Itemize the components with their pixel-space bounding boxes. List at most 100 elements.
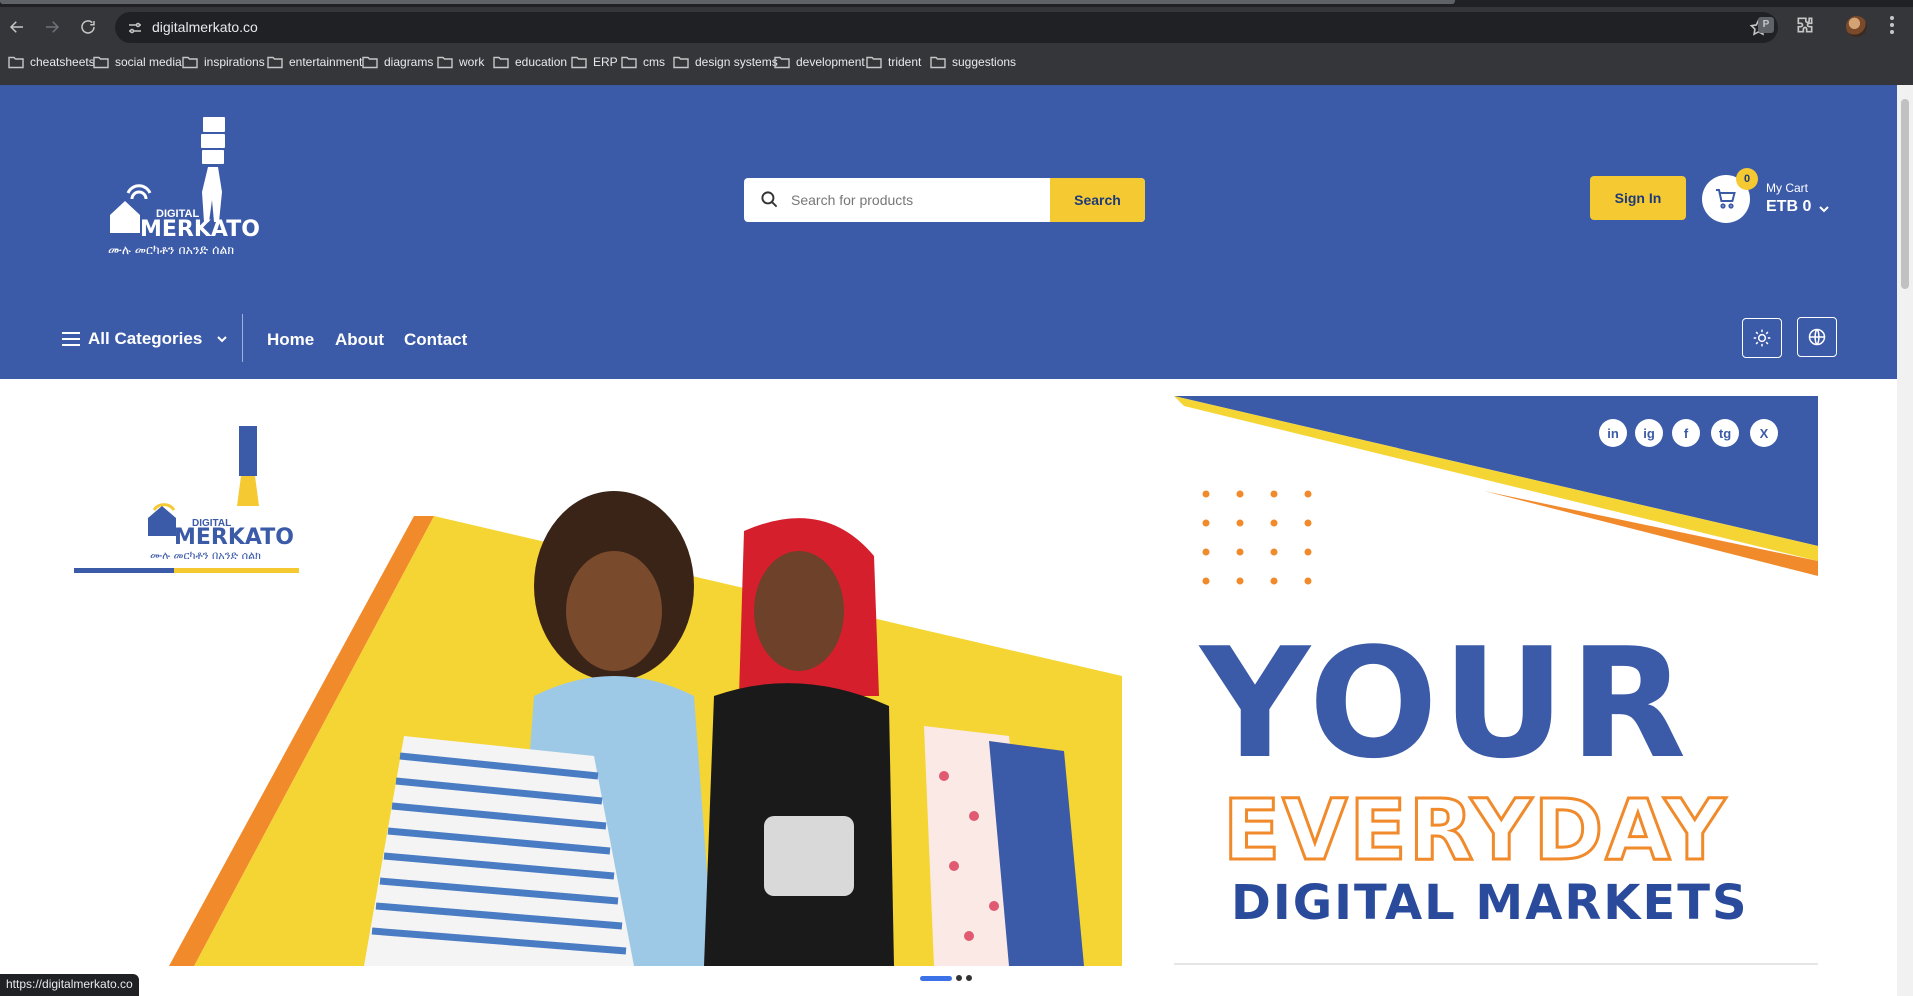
- scrollbar-thumb[interactable]: [1901, 99, 1909, 289]
- all-categories-label: All Categories: [88, 329, 203, 348]
- cart-count-badge: 0: [1736, 168, 1758, 190]
- hero-brand-logo: DIGITAL MERKATO ሙሉ መርካቶን በአንድ ሰልክ: [148, 426, 294, 562]
- extension-p-icon[interactable]: P: [1758, 17, 1774, 33]
- theme-toggle-button[interactable]: [1742, 318, 1782, 358]
- hero-logo-tagline: ሙሉ መርካቶን በአንድ ሰልክ: [150, 549, 261, 562]
- folder-icon: [437, 56, 453, 69]
- bookmark-label: work: [459, 55, 485, 69]
- bookmark-label: ERP: [593, 55, 618, 69]
- bookmark-label: social media: [115, 55, 182, 69]
- site-settings-icon[interactable]: [126, 19, 144, 37]
- bookmark-folder[interactable]: ERP: [571, 55, 618, 69]
- bookmark-folder[interactable]: cms: [621, 55, 665, 69]
- bookmark-label: suggestions: [952, 55, 1017, 69]
- page-scrollbar[interactable]: [1897, 85, 1913, 996]
- bookmark-label: inspirations: [204, 55, 265, 69]
- folder-icon: [621, 56, 637, 69]
- globe-icon: [1808, 328, 1826, 346]
- carousel-dot[interactable]: [966, 975, 972, 981]
- logo-merkato-text: MERKATO: [140, 217, 260, 242]
- hamburger-menu-icon: [62, 332, 80, 346]
- search-bar: Search: [744, 178, 1145, 222]
- all-categories-button[interactable]: All Categories: [62, 329, 228, 349]
- nav-divider: [242, 314, 243, 362]
- profile-avatar[interactable]: [1846, 16, 1867, 37]
- cart-label: My Cart: [1766, 181, 1808, 195]
- carousel-dot-active[interactable]: [920, 975, 952, 981]
- cart-total[interactable]: ETB 0: [1766, 198, 1811, 216]
- folder-icon: [182, 56, 198, 69]
- bookmark-folder[interactable]: inspirations: [182, 55, 265, 69]
- digital-merkato-logo[interactable]: DIGITAL MERKATO ሙሉ መርካቶን በአንድ ሰልክ: [100, 115, 270, 260]
- bookmark-folder[interactable]: entertainment: [267, 55, 362, 69]
- bookmark-label: cms: [643, 55, 665, 69]
- address-bar[interactable]: digitalmerkato.co: [115, 12, 1778, 43]
- search-icon: [761, 191, 778, 208]
- folder-icon: [8, 56, 24, 69]
- folder-icon: [571, 56, 587, 69]
- folder-icon: [930, 56, 946, 69]
- hero-headline-everyday: EVERYDAY: [1221, 781, 1728, 879]
- search-input[interactable]: [791, 178, 1031, 222]
- hero-banner[interactable]: DIGITAL MERKATO ሙሉ መርካቶን በአንድ ሰልክ in ig …: [74, 396, 1818, 966]
- bookmarks-bar: cheatsheets social media inspirations enter…: [0, 52, 1913, 76]
- forward-icon[interactable]: [38, 13, 66, 41]
- hero-headline-your: YOUR: [1200, 615, 1691, 792]
- chevron-down-icon[interactable]: [1818, 203, 1830, 215]
- bookmark-folder[interactable]: work: [437, 55, 484, 69]
- folder-icon: [774, 56, 790, 69]
- bookmark-folder[interactable]: development: [774, 55, 865, 69]
- bookmark-folder[interactable]: social media: [93, 55, 182, 69]
- bookmark-folder[interactable]: trident: [866, 55, 921, 69]
- bookmark-folder[interactable]: diagrams: [362, 55, 433, 69]
- folder-icon: [493, 56, 509, 69]
- nav-link-contact[interactable]: Contact: [404, 330, 467, 350]
- url-text[interactable]: digitalmerkato.co: [152, 19, 258, 35]
- nav-link-about[interactable]: About: [335, 330, 384, 350]
- folder-icon: [267, 56, 283, 69]
- bookmark-folder[interactable]: suggestions: [930, 55, 1016, 69]
- sun-icon: [1753, 329, 1771, 347]
- x-twitter-icon[interactable]: X: [1750, 419, 1778, 447]
- tab-strip-active[interactable]: [0, 0, 1455, 4]
- tab-strip: [0, 0, 1913, 7]
- bookmark-label: education: [515, 55, 568, 69]
- back-icon[interactable]: [3, 13, 31, 41]
- instagram-icon[interactable]: ig: [1635, 419, 1663, 447]
- language-button[interactable]: [1797, 317, 1837, 357]
- folder-icon: [866, 56, 882, 69]
- site-header: DIGITAL MERKATO ሙሉ መርካቶን በአንድ ሰልክ Search…: [0, 85, 1897, 379]
- telegram-icon[interactable]: tg: [1711, 419, 1739, 447]
- browser-chrome: digitalmerkato.co P cheatsheets social me…: [0, 0, 1913, 85]
- folder-icon: [93, 56, 109, 69]
- bookmark-label: diagrams: [384, 55, 434, 69]
- bookmark-folder[interactable]: education: [493, 55, 567, 69]
- main-nav: All Categories Home About Contact: [0, 310, 1897, 380]
- nav-link-home[interactable]: Home: [267, 330, 314, 350]
- bookmark-label: design systems: [695, 55, 778, 69]
- logo-tagline: ሙሉ መርካቶን በአንድ ሰልክ: [108, 242, 234, 257]
- hero-headline-digital-markets: DIGITAL MARKETS: [1231, 875, 1749, 931]
- status-bar-url: https://digitalmerkato.co: [0, 974, 139, 996]
- bookmark-label: trident: [888, 55, 922, 69]
- chevron-down-icon: [217, 336, 228, 343]
- hero-logo-merkato-text: MERKATO: [174, 525, 294, 550]
- folder-icon: [362, 56, 378, 69]
- sign-in-button[interactable]: Sign In: [1590, 176, 1686, 220]
- linkedin-icon[interactable]: in: [1599, 419, 1627, 447]
- striped-shopping-bag: [364, 736, 634, 966]
- shopping-cart-icon: [1716, 189, 1736, 209]
- decorative-dot-grid: [1202, 490, 1312, 585]
- bookmark-label: cheatsheets: [30, 55, 95, 69]
- bookmark-folder[interactable]: cheatsheets: [8, 55, 95, 69]
- menu-kebab-icon[interactable]: [1889, 15, 1895, 35]
- extensions-puzzle-icon[interactable]: [1795, 15, 1815, 35]
- carousel-dot[interactable]: [956, 975, 962, 981]
- folder-icon: [673, 56, 689, 69]
- facebook-icon[interactable]: f: [1672, 419, 1700, 447]
- bookmark-label: development: [796, 55, 865, 69]
- carousel-pagination: [920, 975, 972, 981]
- reload-icon[interactable]: [74, 13, 102, 41]
- bookmark-folder[interactable]: design systems: [673, 55, 778, 69]
- search-button[interactable]: Search: [1050, 178, 1145, 222]
